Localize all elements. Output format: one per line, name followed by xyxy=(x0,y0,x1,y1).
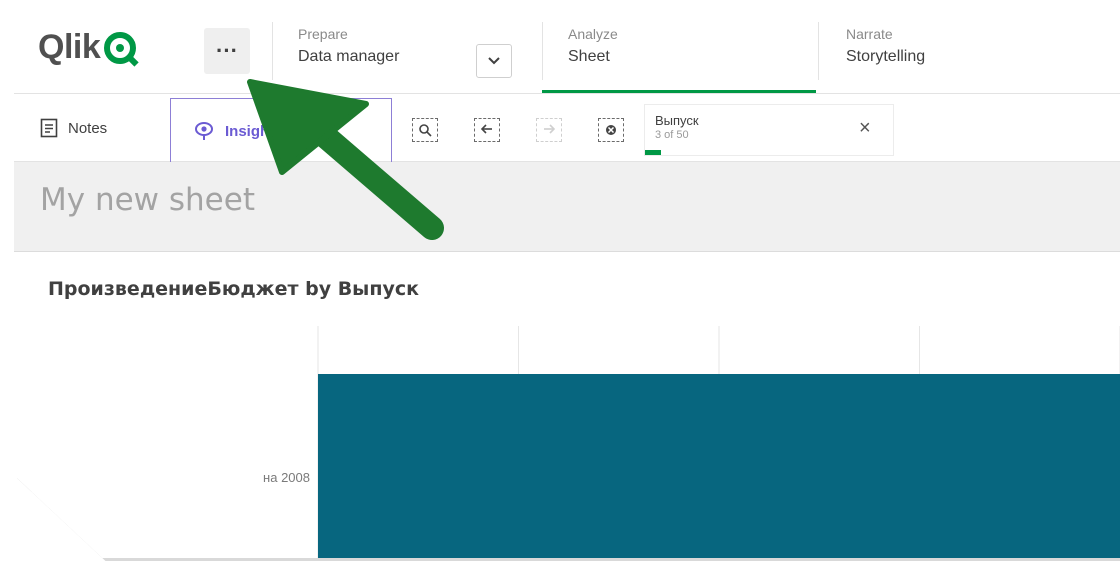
step-back-icon[interactable] xyxy=(474,118,500,142)
bar-chart-card[interactable]: ПроизведениеБюджет by Выпуск на 2008 xyxy=(32,254,1120,558)
sheet-title-bar: My new sheet xyxy=(14,162,1120,252)
selection-count: 3 of 50 xyxy=(655,129,689,141)
tab-analyze[interactable]: Analyze Sheet xyxy=(568,26,618,66)
tab-analyze-main: Sheet xyxy=(568,48,610,65)
sheet-title[interactable]: My new sheet xyxy=(40,182,255,218)
notes-label: Notes xyxy=(68,119,108,137)
chart-category-label: на 2008 xyxy=(263,470,310,485)
notes-button[interactable]: Notes xyxy=(40,118,107,138)
step-forward-icon[interactable] xyxy=(536,118,562,142)
selection-chip[interactable]: Выпуск 3 of 50 × xyxy=(644,104,894,156)
tab-narrate[interactable]: Narrate Storytelling xyxy=(846,26,925,66)
chart-bar[interactable] xyxy=(318,374,1120,558)
close-icon[interactable]: × xyxy=(859,117,871,140)
selection-progress-bar xyxy=(645,150,661,155)
bar-chart[interactable]: на 2008 xyxy=(32,254,1120,558)
tab-prepare-sub: Prepare xyxy=(298,26,348,42)
logo-q-icon xyxy=(104,31,137,64)
insight-advisor-button[interactable]: Insight Advisor xyxy=(170,98,392,164)
insight-bulb-icon xyxy=(195,122,213,140)
clear-selections-icon[interactable] xyxy=(598,118,624,142)
nav-divider xyxy=(818,22,819,80)
nav-divider xyxy=(542,22,543,80)
tab-prepare[interactable]: Prepare Data manager xyxy=(298,26,399,66)
tab-analyze-sub: Analyze xyxy=(568,26,618,42)
prepare-dropdown-button[interactable] xyxy=(476,44,512,78)
chevron-down-icon xyxy=(488,57,500,65)
selection-field-name: Выпуск xyxy=(655,113,699,128)
tab-narrate-main: Storytelling xyxy=(846,48,926,65)
nav-divider xyxy=(272,22,273,80)
logo-text: Qlik xyxy=(38,28,101,66)
tab-prepare-main: Data manager xyxy=(298,48,400,65)
smart-search-icon[interactable] xyxy=(412,118,438,142)
insight-advisor-label: Insight Advisor xyxy=(225,122,334,140)
top-navigation-bar: Qlik ··· Prepare Data manager Analyze Sh… xyxy=(14,6,1120,94)
tab-narrate-sub: Narrate xyxy=(846,26,893,42)
sheet-toolbar: Notes Insight Advisor Выпуск 3 of 50 × xyxy=(14,94,1120,164)
notes-icon xyxy=(40,118,58,138)
qlik-window: Qlik ··· Prepare Data manager Analyze Sh… xyxy=(14,6,1120,558)
active-tab-indicator xyxy=(542,90,816,93)
qlik-logo[interactable]: Qlik xyxy=(38,28,137,67)
more-options-button[interactable]: ··· xyxy=(204,28,250,74)
